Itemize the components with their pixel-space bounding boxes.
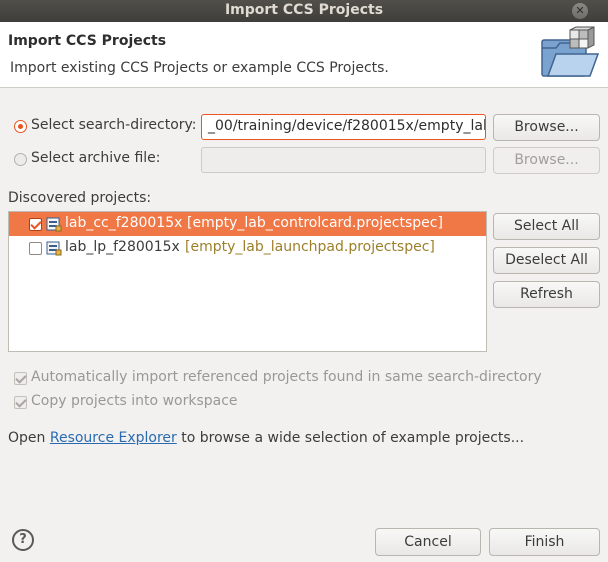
project-checkbox[interactable] [29,218,42,231]
deselect-all-button[interactable]: Deselect All [493,247,600,274]
search-directory-radio[interactable] [14,120,27,133]
archive-file-input[interactable] [201,147,486,173]
project-spec: [empty_lab_controlcard.projectspec] [187,215,443,231]
discovered-projects-label: Discovered projects: [8,190,152,206]
search-directory-label: Select search-directory: [31,117,197,133]
copy-projects-checkbox[interactable] [14,396,27,409]
auto-import-label: Automatically import referenced projects… [31,369,542,385]
select-all-button[interactable]: Select All [493,213,600,240]
list-item[interactable]: lab_cc_f280015x [empty_lab_controlcard.p… [9,212,486,236]
refresh-button[interactable]: Refresh [493,281,600,308]
browse-archive-button[interactable]: Browse... [493,147,600,174]
project-name: lab_cc_f280015x [65,215,183,231]
help-icon[interactable]: ? [12,529,34,551]
resource-explorer-link[interactable]: Resource Explorer [50,430,177,446]
project-checkbox[interactable] [29,242,42,255]
title-bar: Import CCS Projects ✕ [0,0,608,22]
window-title: Import CCS Projects [224,2,384,18]
finish-button[interactable]: Finish [489,528,600,556]
list-item[interactable]: lab_lp_f280015x [empty_lab_launchpad.pro… [9,236,486,260]
dialog-header: Import CCS Projects Import existing CCS … [0,22,608,88]
projects-list[interactable]: lab_cc_f280015x [empty_lab_controlcard.p… [8,211,487,352]
archive-file-radio[interactable] [14,153,27,166]
header-description: Import existing CCS Projects or example … [10,60,389,76]
header-title: Import CCS Projects [8,33,167,49]
project-spec: [empty_lab_launchpad.projectspec] [185,239,435,255]
search-directory-input[interactable]: _00/training/device/f280015x/empty_lab [201,114,486,140]
project-icon [46,241,62,256]
project-name: lab_lp_f280015x [65,239,180,255]
resource-explorer-text: Open Resource Explorer to browse a wide … [8,430,524,446]
resource-prefix: Open [8,430,46,446]
archive-file-label: Select archive file: [31,150,161,166]
browse-directory-button[interactable]: Browse... [493,114,600,141]
close-icon[interactable]: ✕ [572,3,588,19]
copy-projects-label: Copy projects into workspace [31,393,238,409]
project-icon [46,217,62,232]
resource-suffix: to browse a wide selection of example pr… [181,430,525,446]
auto-import-checkbox[interactable] [14,372,27,385]
import-folder-icon [541,26,600,77]
cancel-button[interactable]: Cancel [375,528,481,556]
